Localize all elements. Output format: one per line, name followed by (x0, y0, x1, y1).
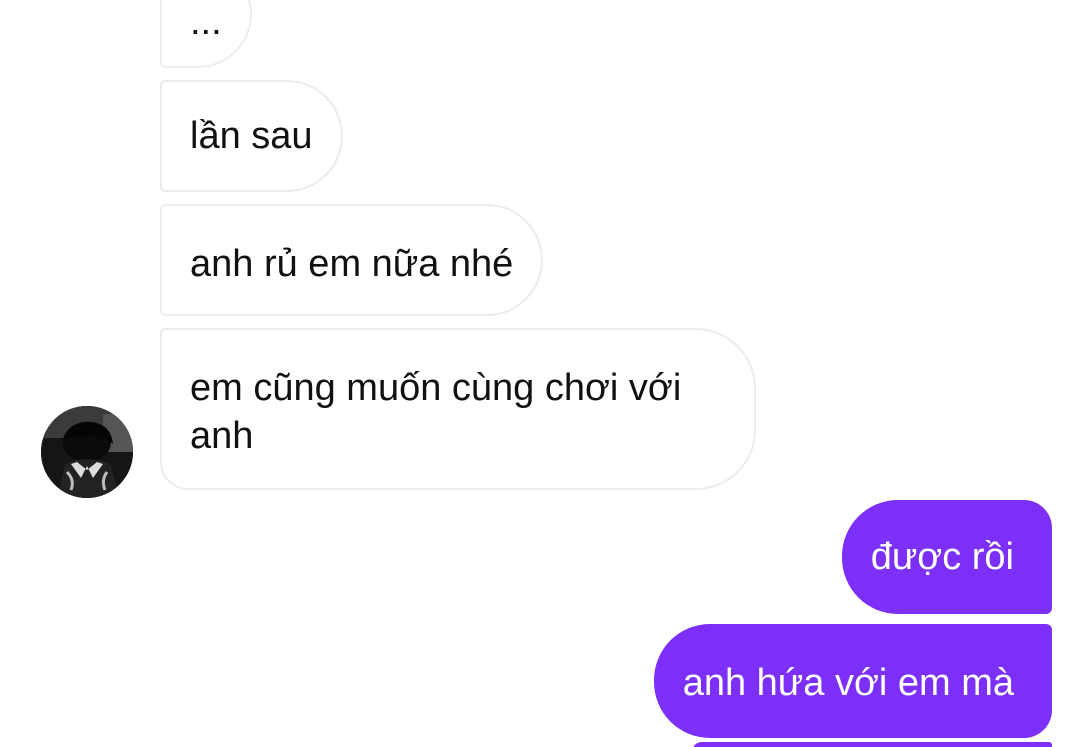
message-text: anh hứa với em mà (682, 662, 1014, 704)
message-text: em cũng muốn cùng chơi với anh (190, 367, 682, 457)
message-text: ... (190, 1, 222, 43)
outgoing-message-bubble-partial[interactable] (692, 742, 1052, 747)
outgoing-message-bubble[interactable]: được rồi (841, 500, 1052, 614)
chat-screen: ... lần sau anh rủ em nữa nhé em cũng mu… (0, 0, 1080, 747)
message-text: anh rủ em nữa nhé (190, 243, 514, 285)
incoming-message-bubble[interactable]: em cũng muốn cùng chơi với anh (160, 328, 756, 490)
outgoing-message-bubble[interactable]: anh hứa với em mà (653, 624, 1052, 738)
message-text: lần sau (190, 115, 313, 157)
incoming-message-bubble[interactable]: lần sau (160, 80, 343, 192)
profile-photo-avatar-icon (41, 406, 133, 498)
incoming-message-bubble[interactable]: anh rủ em nữa nhé (160, 204, 544, 316)
message-text: được rồi (870, 536, 1014, 578)
incoming-message-bubble[interactable]: ... (160, 0, 252, 68)
sender-avatar[interactable] (41, 406, 133, 498)
